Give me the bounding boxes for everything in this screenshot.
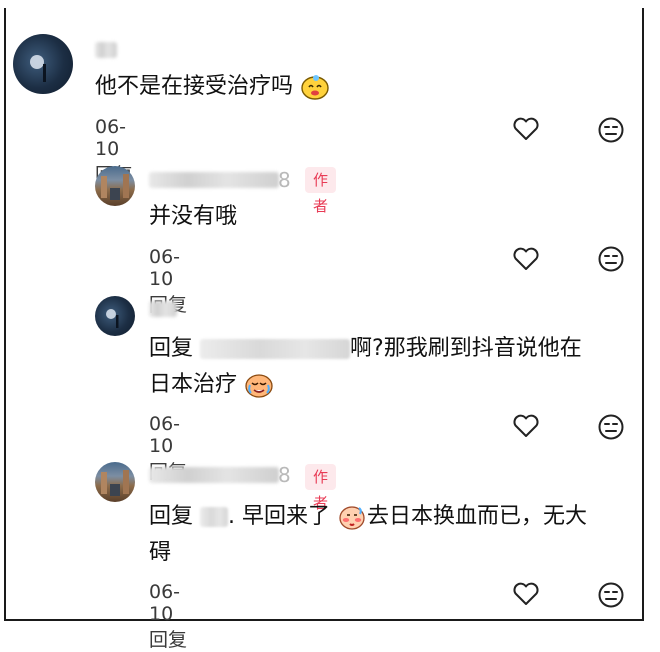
comment-date: 06-10 (149, 581, 181, 625)
avatar-image (30, 55, 46, 82)
comment-body: 碍 (149, 540, 172, 565)
blushing-face-emoji (339, 506, 365, 530)
comment-date: 06-10 (95, 116, 127, 160)
username-blurred[interactable] (149, 467, 279, 483)
mention-blurred[interactable] (200, 339, 351, 359)
reply-prefix: 回复 (149, 336, 194, 361)
comment-body: 日本治疗 (149, 372, 238, 397)
username-tail: 8 (278, 463, 291, 487)
comment-text-line2: 碍 (149, 536, 171, 570)
comment-meta: 06-10 回复 (149, 581, 202, 652)
meh-face-icon[interactable] (597, 413, 625, 441)
meh-face-icon[interactable] (597, 245, 625, 273)
smiling-face-emoji (301, 75, 329, 100)
username-blurred[interactable] (149, 172, 279, 188)
meh-face-icon[interactable] (597, 116, 625, 144)
avatar-image (101, 174, 129, 200)
username-blurred[interactable] (149, 301, 177, 317)
avatar-image (106, 309, 119, 328)
avatar-image (101, 470, 129, 496)
avatar[interactable] (95, 462, 135, 502)
meh-face-icon[interactable] (597, 581, 625, 609)
avatar[interactable] (95, 296, 135, 336)
comment-body: 啊?那我刷到抖音说他在 (350, 336, 582, 361)
comment-body: . 早回来了 (228, 504, 331, 529)
heart-outline-icon[interactable] (512, 246, 540, 272)
avatar[interactable] (95, 166, 135, 206)
comment-text: 并没有哦 (149, 200, 237, 234)
username-tail: 8 (278, 168, 291, 192)
heart-outline-icon[interactable] (512, 581, 540, 607)
comment-body: 去日本换血而已，无大 (367, 504, 588, 529)
crying-face-emoji (245, 374, 273, 398)
comment-text: 回复 . 早回来了 去日本换血而已，无大 (149, 500, 587, 534)
comment-date: 06-10 (149, 246, 181, 290)
comment-date: 06-10 (149, 413, 181, 457)
comment-text: 他不是在接受治疗吗 (95, 70, 330, 104)
heart-outline-icon[interactable] (512, 116, 540, 142)
reply-prefix: 回复 (149, 504, 194, 529)
username-blurred[interactable] (95, 42, 117, 58)
comment-text-line2: 日本治疗 (149, 368, 274, 402)
comment-text: 回复 啊?那我刷到抖音说他在 (149, 332, 582, 366)
comment-body: 他不是在接受治疗吗 (95, 74, 294, 99)
comment-body: 并没有哦 (149, 204, 238, 229)
avatar[interactable] (13, 34, 73, 94)
heart-outline-icon[interactable] (512, 413, 540, 439)
author-badge: 作者 (305, 167, 337, 215)
reply-button[interactable]: 回复 (149, 629, 187, 651)
author-badge: 作者 (305, 464, 337, 512)
mention-blurred[interactable] (200, 507, 229, 527)
